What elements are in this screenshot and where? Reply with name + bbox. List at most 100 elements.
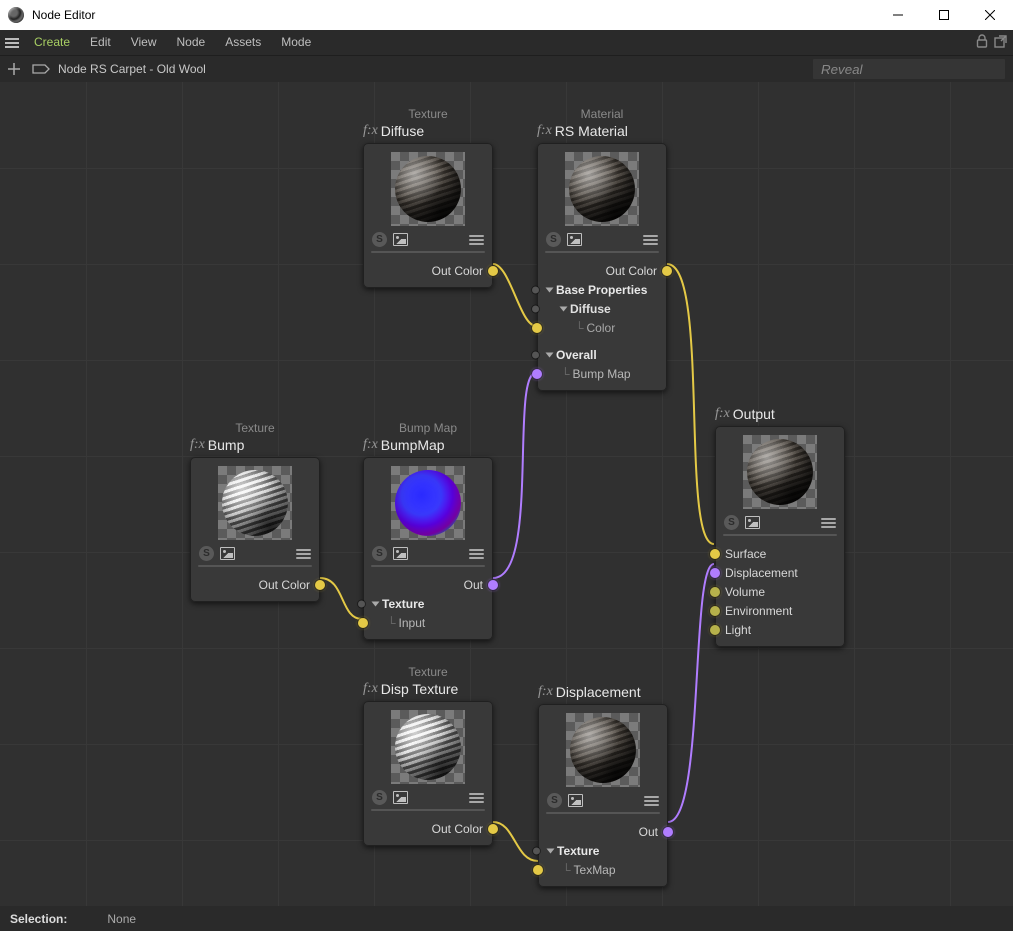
node-preview: [391, 710, 465, 784]
node-output[interactable]: f:x Output S Surface Displacement Volume: [715, 405, 845, 647]
image-icon[interactable]: [393, 233, 408, 246]
in-displacement-port[interactable]: Displacement: [715, 563, 845, 582]
image-icon[interactable]: [745, 516, 760, 529]
image-icon[interactable]: [393, 547, 408, 560]
in-input-port[interactable]: └Input: [363, 613, 493, 632]
port-label: Out Color: [432, 264, 483, 278]
in-light-port[interactable]: Light: [715, 620, 845, 639]
group-texture[interactable]: Texture: [363, 594, 493, 613]
port-label: Light: [725, 623, 751, 637]
in-texmap-port[interactable]: └TexMap: [538, 860, 668, 879]
node-category: Bump Map: [363, 421, 493, 435]
node-category: Material: [537, 107, 667, 121]
port-label: Out Color: [432, 822, 483, 836]
in-bumpmap-port[interactable]: └Bump Map: [537, 364, 667, 383]
node-graph-canvas[interactable]: Texture f:x Diffuse S Out Color Material: [0, 82, 1013, 906]
window-titlebar: Node Editor: [0, 0, 1013, 30]
node-preview: [391, 152, 465, 226]
node-title: Output: [733, 406, 775, 422]
image-icon[interactable]: [393, 791, 408, 804]
node-menu-icon[interactable]: [469, 793, 484, 803]
popout-icon[interactable]: [994, 35, 1007, 51]
node-menu-icon[interactable]: [643, 235, 658, 245]
breadcrumb[interactable]: Node RS Carpet - Old Wool: [58, 62, 206, 76]
node-menu-icon[interactable]: [469, 235, 484, 245]
out-color-port[interactable]: Out Color: [363, 261, 493, 280]
out-color-port[interactable]: Out Color: [363, 819, 493, 838]
in-volume-port[interactable]: Volume: [715, 582, 845, 601]
node-bump[interactable]: Texture f:x Bump S Out Color: [190, 421, 320, 602]
group-diffuse[interactable]: Diffuse: [537, 299, 667, 318]
lock-icon[interactable]: [976, 34, 988, 51]
solo-icon[interactable]: S: [546, 232, 561, 247]
node-title: Displacement: [556, 684, 641, 700]
app-icon: [8, 7, 24, 23]
selection-value: None: [107, 912, 136, 926]
path-bar: Node RS Carpet - Old Wool: [0, 55, 1013, 82]
in-color-port[interactable]: └Color: [537, 318, 667, 337]
node-rs-material[interactable]: Material f:x RS Material S Out Color Bas…: [537, 107, 667, 391]
node-menu-icon[interactable]: [644, 796, 659, 806]
node-disp-texture[interactable]: Texture f:x Disp Texture S Out Color: [363, 665, 493, 846]
fx-icon: f:x: [363, 681, 378, 697]
node-category: Texture: [363, 107, 493, 121]
port-label: TexMap: [574, 863, 616, 877]
elbow-icon: └: [575, 321, 584, 335]
menu-view[interactable]: View: [121, 30, 167, 55]
node-bumpmap[interactable]: Bump Map f:x BumpMap S Out Texture: [363, 421, 493, 640]
group-label: Base Properties: [556, 283, 647, 297]
image-icon[interactable]: [568, 794, 583, 807]
node-preview: [743, 435, 817, 509]
port-label: Bump Map: [573, 367, 631, 381]
fx-icon: f:x: [363, 123, 378, 139]
in-environment-port[interactable]: Environment: [715, 601, 845, 620]
node-title: BumpMap: [381, 437, 445, 453]
menu-node[interactable]: Node: [167, 30, 216, 55]
out-port[interactable]: Out: [538, 822, 668, 841]
status-bar: Selection: None: [0, 906, 1013, 931]
node-displacement[interactable]: f:x Displacement S Out Texture: [538, 683, 668, 887]
image-icon[interactable]: [567, 233, 582, 246]
out-port[interactable]: Out: [363, 575, 493, 594]
port-label: Out: [464, 578, 483, 592]
menu-edit[interactable]: Edit: [80, 30, 121, 55]
menu-mode[interactable]: Mode: [271, 30, 321, 55]
group-label: Diffuse: [570, 302, 611, 316]
out-color-port[interactable]: Out Color: [537, 261, 667, 280]
solo-icon[interactable]: S: [547, 793, 562, 808]
node-preview: [565, 152, 639, 226]
search-input[interactable]: [813, 59, 1005, 79]
selection-label: Selection:: [10, 912, 67, 926]
node-menu-icon[interactable]: [469, 549, 484, 559]
solo-icon[interactable]: S: [724, 515, 739, 530]
node-category: Texture: [363, 665, 493, 679]
node-title: Diffuse: [381, 123, 424, 139]
elbow-icon: └: [561, 367, 570, 381]
add-node-button[interactable]: [6, 61, 22, 77]
menu-create[interactable]: Create: [24, 30, 80, 55]
group-overall[interactable]: Overall: [537, 345, 667, 364]
out-color-port[interactable]: Out Color: [190, 575, 320, 594]
solo-icon[interactable]: S: [372, 790, 387, 805]
node-diffuse[interactable]: Texture f:x Diffuse S Out Color: [363, 107, 493, 288]
solo-icon[interactable]: S: [199, 546, 214, 561]
tag-icon: [32, 62, 50, 76]
solo-icon[interactable]: S: [372, 232, 387, 247]
node-menu-icon[interactable]: [296, 549, 311, 559]
group-base-properties[interactable]: Base Properties: [537, 280, 667, 299]
node-preview: [391, 466, 465, 540]
window-maximize-button[interactable]: [921, 0, 967, 30]
group-label: Texture: [557, 844, 599, 858]
hamburger-menu-icon[interactable]: [0, 30, 24, 55]
image-icon[interactable]: [220, 547, 235, 560]
port-label: Surface: [725, 547, 766, 561]
fx-icon: f:x: [538, 684, 553, 700]
in-surface-port[interactable]: Surface: [715, 544, 845, 563]
window-minimize-button[interactable]: [875, 0, 921, 30]
group-texture[interactable]: Texture: [538, 841, 668, 860]
solo-icon[interactable]: S: [372, 546, 387, 561]
node-menu-icon[interactable]: [821, 518, 836, 528]
menu-assets[interactable]: Assets: [215, 30, 271, 55]
window-close-button[interactable]: [967, 0, 1013, 30]
node-title: Disp Texture: [381, 681, 459, 697]
